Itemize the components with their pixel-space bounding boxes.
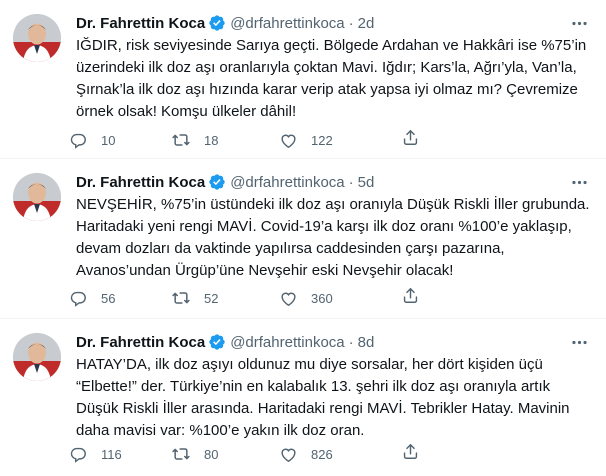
- tweet-text-line: IĞDIR, risk seviyesinde Sarıya geçti. Bö…: [76, 37, 587, 54]
- reply-button[interactable]: 56: [66, 286, 169, 310]
- tweet-text-line: Haritadaki yeni rengi MAVİ. Covid-19’a k…: [76, 218, 572, 235]
- tweet-text-line: daha mavisi var: %100’e yakın ilk doz or…: [76, 422, 365, 439]
- share-icon: [401, 128, 420, 152]
- like-button[interactable]: 826: [276, 442, 386, 466]
- verified-badge-icon: [209, 334, 225, 350]
- tweet-actions: 10 18 122: [66, 128, 586, 152]
- tweet-header: Dr. Fahrettin Koca @drfahrettinkoca · 5d: [76, 171, 594, 193]
- more-options-icon[interactable]: [568, 331, 590, 353]
- tweet[interactable]: Dr. Fahrettin Koca @drfahrettinkoca · 2d…: [0, 0, 606, 159]
- more-options-icon[interactable]: [568, 12, 590, 34]
- reply-count: 10: [101, 132, 116, 148]
- tweet-text: HATAY’DA, ilk doz aşıyı oldunuz mu diye …: [76, 354, 596, 442]
- tweet-text-line: Düşük Riskli İller arasında. Haritadaki …: [76, 400, 570, 417]
- reply-icon: [66, 128, 90, 152]
- more-options-icon[interactable]: [568, 171, 590, 193]
- tweet[interactable]: Dr. Fahrettin Koca @drfahrettinkoca · 8d…: [0, 319, 606, 476]
- retweet-count: 52: [204, 290, 219, 306]
- tweet[interactable]: Dr. Fahrettin Koca @drfahrettinkoca · 5d…: [0, 159, 606, 319]
- like-count: 826: [311, 446, 333, 462]
- tweet-actions: 56 52 360: [66, 286, 586, 310]
- retweet-count: 18: [204, 132, 219, 148]
- retweet-button[interactable]: 52: [169, 286, 276, 310]
- retweet-icon: [169, 286, 193, 310]
- author-name[interactable]: Dr. Fahrettin Koca: [76, 15, 205, 32]
- tweet-text-line: “Elbette!” der. Türkiye’nin en kalabalık…: [76, 378, 551, 395]
- reply-icon: [66, 442, 90, 466]
- like-icon: [276, 442, 300, 466]
- like-icon: [276, 128, 300, 152]
- author-name[interactable]: Dr. Fahrettin Koca: [76, 174, 205, 191]
- author-name[interactable]: Dr. Fahrettin Koca: [76, 334, 205, 351]
- author-handle[interactable]: @drfahrettinkoca: [230, 334, 344, 351]
- tweet-header: Dr. Fahrettin Koca @drfahrettinkoca · 8d: [76, 331, 594, 353]
- tweet-text-line: HATAY’DA, ilk doz aşıyı oldunuz mu diye …: [76, 356, 543, 373]
- retweet-icon: [169, 128, 193, 152]
- tweet-text-line: NEVŞEHİR, %75’in üstündeki ilk doz aşı o…: [76, 196, 590, 213]
- timeline: Dr. Fahrettin Koca @drfahrettinkoca · 2d…: [0, 0, 606, 476]
- reply-count: 56: [101, 290, 116, 306]
- avatar[interactable]: [13, 333, 61, 381]
- retweet-count: 80: [204, 446, 219, 462]
- retweet-button[interactable]: 18: [169, 128, 276, 152]
- share-button[interactable]: [398, 442, 422, 466]
- tweet-actions: 116 80 826: [66, 442, 586, 466]
- tweet-header: Dr. Fahrettin Koca @drfahrettinkoca · 2d: [76, 12, 594, 34]
- tweet-text-line: Şırnak’la ilk doz aşı hızında karar veri…: [76, 81, 578, 98]
- avatar[interactable]: [13, 14, 61, 62]
- reply-count: 116: [101, 446, 122, 462]
- like-button[interactable]: 360: [276, 286, 386, 310]
- like-count: 360: [311, 290, 333, 306]
- retweet-button[interactable]: 80: [169, 442, 276, 466]
- share-icon: [401, 442, 420, 466]
- tweet-text-line: örnek olsak! Komşu ülkeler dâhil!: [76, 103, 297, 120]
- share-button[interactable]: [398, 128, 422, 152]
- verified-badge-icon: [209, 174, 225, 190]
- reply-button[interactable]: 10: [66, 128, 169, 152]
- separator: ·: [348, 173, 354, 191]
- author-handle[interactable]: @drfahrettinkoca: [230, 15, 344, 32]
- verified-badge-icon: [209, 15, 225, 31]
- separator: ·: [348, 333, 354, 351]
- author-handle[interactable]: @drfahrettinkoca: [230, 174, 344, 191]
- tweet-text-line: Avanos’undan Ürgüp’üne Nevşehir eski Nev…: [76, 262, 454, 279]
- like-count: 122: [311, 132, 333, 148]
- reply-icon: [66, 286, 90, 310]
- avatar[interactable]: [13, 173, 61, 221]
- tweet-text: IĞDIR, risk seviyesinde Sarıya geçti. Bö…: [76, 35, 596, 123]
- tweet-text: NEVŞEHİR, %75’in üstündeki ilk doz aşı o…: [76, 194, 596, 282]
- timestamp[interactable]: 2d: [358, 15, 375, 32]
- tweet-text-line: devam dozları da vaktinde yapılırsa cadd…: [76, 240, 505, 257]
- reply-button[interactable]: 116: [66, 442, 169, 466]
- share-icon: [401, 286, 420, 310]
- separator: ·: [348, 14, 354, 32]
- share-button[interactable]: [398, 286, 422, 310]
- timestamp[interactable]: 5d: [358, 174, 375, 191]
- timestamp[interactable]: 8d: [358, 334, 375, 351]
- retweet-icon: [169, 442, 193, 466]
- like-icon: [276, 286, 300, 310]
- tweet-text-line: üzerindeki ilk doz aşı oranlarıyla çokta…: [76, 59, 577, 76]
- like-button[interactable]: 122: [276, 128, 386, 152]
